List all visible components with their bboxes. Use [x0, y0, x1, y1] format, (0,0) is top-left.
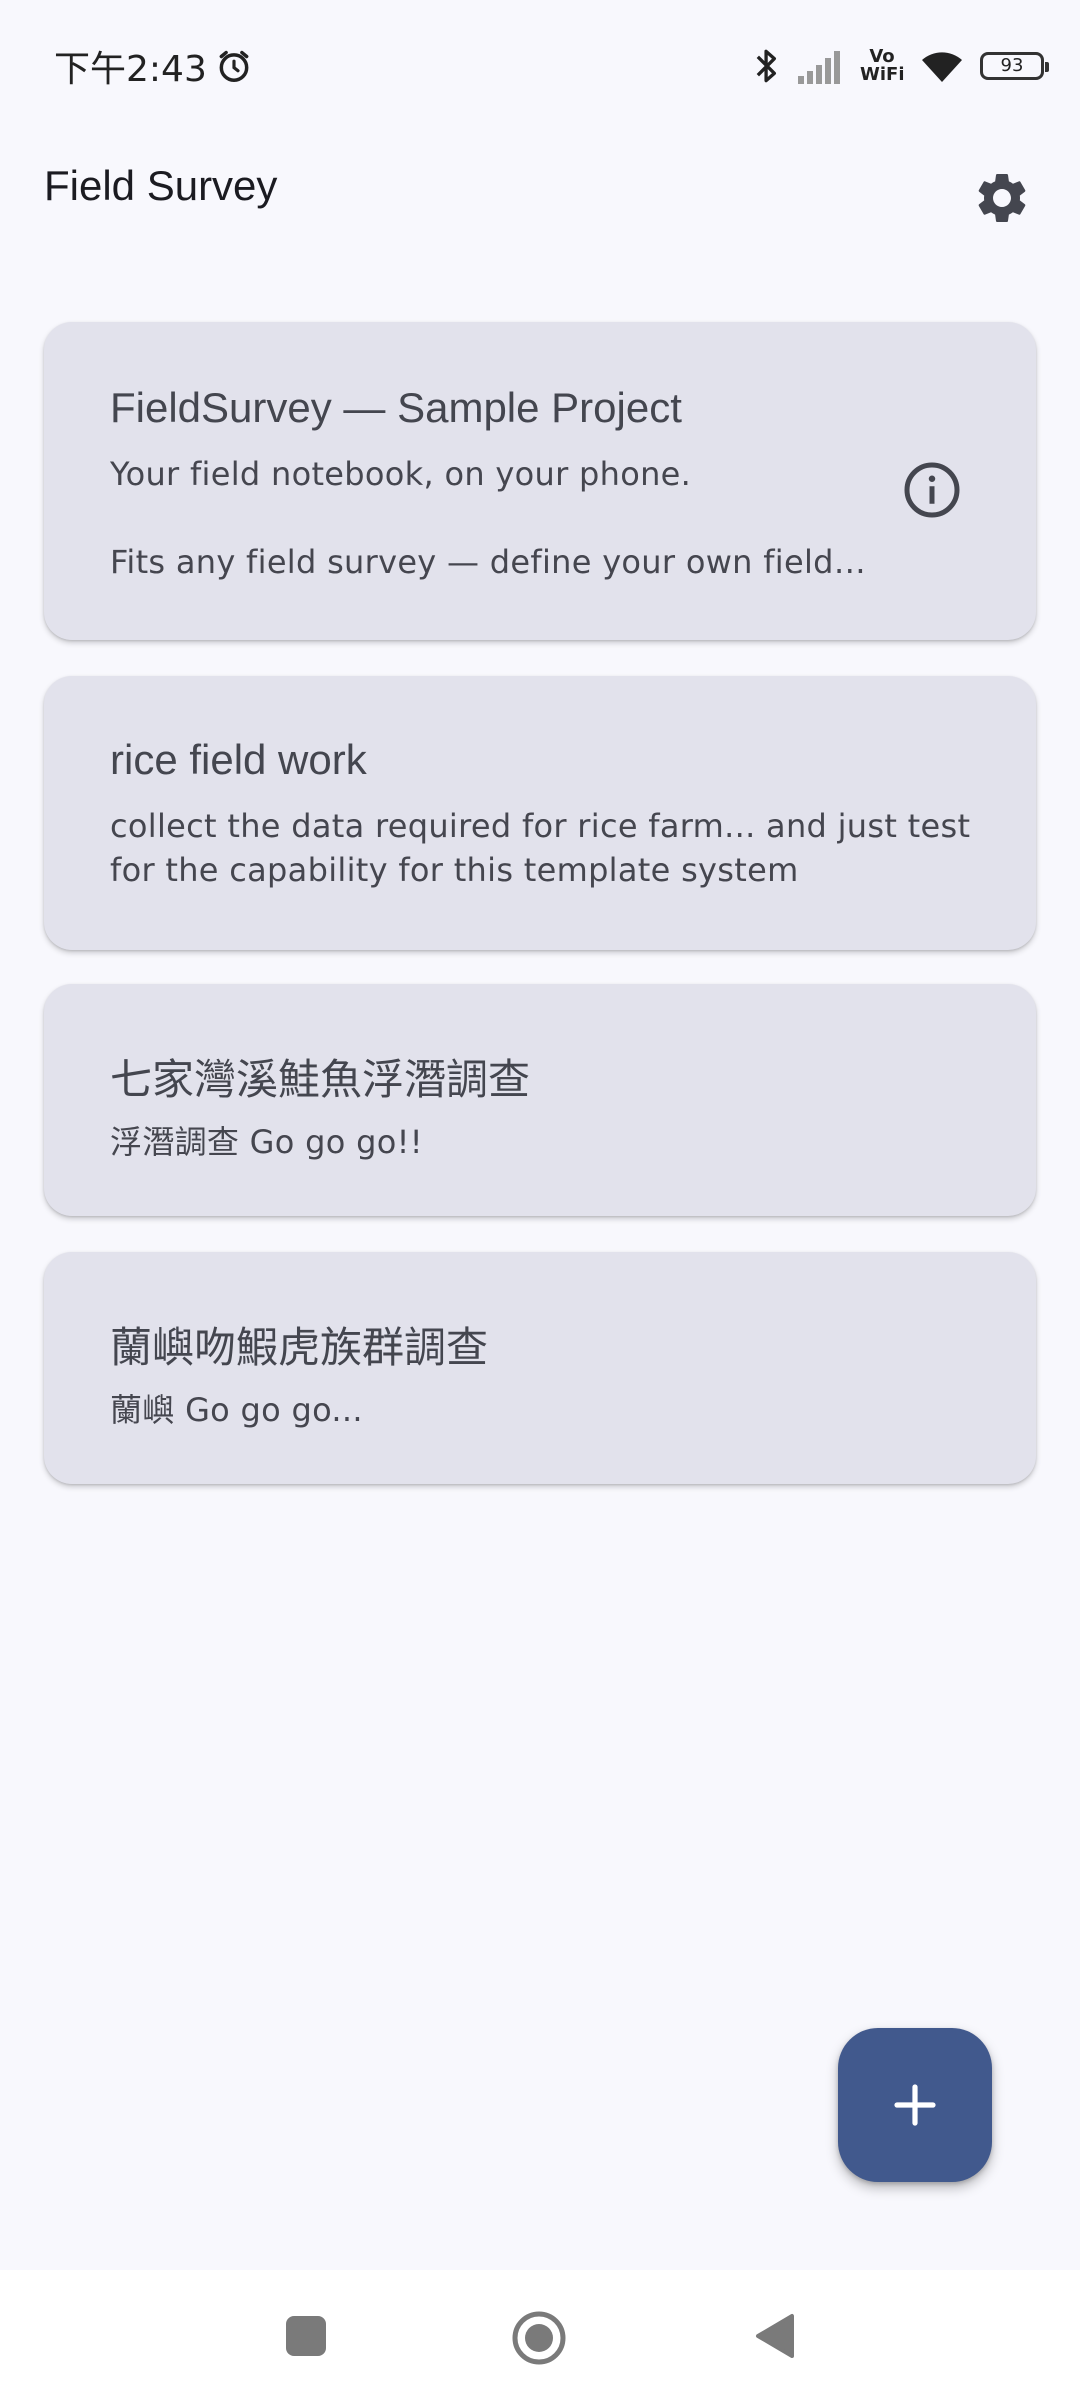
project-card-goby[interactable]: 蘭嶼吻鰕虎族群調查 蘭嶼 Go go go... — [44, 1252, 1036, 1484]
bluetooth-icon — [752, 44, 782, 88]
vowifi-indicator: Vo WiFi — [860, 48, 905, 85]
project-description-line2: Fits any field survey — define your own … — [110, 543, 867, 581]
back-icon[interactable] — [752, 2312, 796, 2360]
plus-icon — [894, 2084, 936, 2126]
project-title: 七家灣溪鮭魚浮潛調查 — [110, 1056, 531, 1103]
project-description: collect the data required for rice farm.… — [110, 807, 971, 889]
status-time: 下午2:43 — [54, 49, 207, 90]
project-info-button[interactable] — [892, 450, 972, 530]
project-card-sample[interactable]: FieldSurvey — Sample Project Your field … — [44, 322, 1036, 640]
project-title: rice field work — [110, 736, 367, 783]
info-icon — [904, 462, 960, 518]
status-bar: 下午2:43 Vo WiFi 93 — [0, 0, 1080, 132]
system-nav-bar — [0, 2270, 1080, 2400]
wifi-icon — [918, 46, 966, 86]
alarm-icon — [215, 47, 253, 85]
project-card-rice[interactable]: rice field work collect the data require… — [44, 676, 1036, 950]
status-icons: Vo WiFi 93 — [738, 40, 1049, 92]
gear-icon — [978, 174, 1026, 222]
settings-button[interactable] — [960, 156, 1044, 240]
project-title: FieldSurvey — Sample Project — [110, 384, 682, 431]
project-description: 浮潛調查 Go go go!! — [110, 1123, 423, 1161]
project-description-line1: Your field notebook, on your phone. — [110, 455, 692, 493]
wifi-label: WiFi — [860, 64, 905, 85]
recents-icon[interactable] — [286, 2316, 326, 2356]
signal-icon — [796, 46, 846, 86]
battery-level: 93 — [1000, 55, 1024, 76]
status-time-group: 下午2:43 — [54, 44, 253, 90]
home-icon[interactable] — [511, 2310, 567, 2366]
app-bar: Field Survey — [0, 132, 1080, 252]
project-description: 蘭嶼 Go go go... — [110, 1391, 363, 1429]
add-project-button[interactable] — [838, 2028, 992, 2182]
battery-icon: 93 — [980, 52, 1049, 80]
page-title: Field Survey — [44, 162, 278, 209]
project-title: 蘭嶼吻鰕虎族群調查 — [110, 1324, 489, 1371]
project-card-salmon[interactable]: 七家灣溪鮭魚浮潛調查 浮潛調查 Go go go!! — [44, 984, 1036, 1216]
